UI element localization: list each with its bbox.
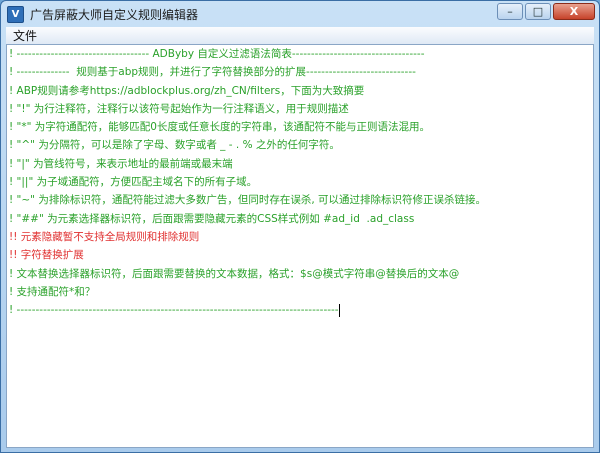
editor-line: ! -------------- 规则基于abp规则，并进行了字符替换部分的扩展… <box>9 66 416 79</box>
text-caret <box>338 303 340 317</box>
editor-line: ! "||" 为子域通配符，方便匹配主域名下的所有子域。 <box>9 176 258 189</box>
editor-line: !! 字符替换扩展 <box>9 249 84 262</box>
minimize-button[interactable]: – <box>497 3 523 20</box>
window-controls: – □ X <box>497 3 595 20</box>
app-icon: V <box>7 5 24 23</box>
menu-bar: 文件 <box>6 27 594 45</box>
close-icon: X <box>569 5 579 18</box>
close-button[interactable]: X <box>553 3 595 20</box>
maximize-button[interactable]: □ <box>525 3 551 20</box>
editor-line: ! "##" 为元素选择器标识符，后面跟需要隐藏元素的CSS样式例如 #ad_i… <box>9 212 415 225</box>
editor-line: !! 元素隐藏暂不支持全局规则和排除规则 <box>9 230 200 243</box>
editor-line: ! ABP规则请参考https://adblockplus.org/zh_CN/… <box>9 84 365 97</box>
editor-line: ! "!" 为行注释符，注释行以该符号起始作为一行注释语义，用于规则描述 <box>9 102 349 115</box>
editor-window: V 广告屏蔽大师自定义规则编辑器 – □ X 文件 ! ------------… <box>0 0 600 453</box>
editor-line: ! 支持通配符*和？ <box>9 285 96 298</box>
minimize-icon: – <box>507 5 513 18</box>
editor-line: ! ----------------------------------- AD… <box>9 48 425 60</box>
editor-line: ! 文本替换选择器标识符，后面跟需要替换的文本数据，格式：$s@模式字符串@替换… <box>9 267 460 280</box>
editor-line-with-caret: ! --------------------------------------… <box>7 301 593 319</box>
editor-line: ! "~" 为排除标识符，通配符能过滤大多数广告，但同时存在误杀, 可以通过排除… <box>9 194 487 207</box>
editor-line-text: ! --------------------------------------… <box>9 304 339 317</box>
editor-line: ! "^" 为分隔符，可以是除了字母、数字或者 _ - . % 之外的任何字符。 <box>9 139 340 152</box>
menu-file[interactable]: 文件 <box>6 27 44 44</box>
rule-text-editor[interactable]: ! ----------------------------------- AD… <box>6 44 594 448</box>
editor-line: ! "|" 为管线符号，来表示地址的最前端或最末端 <box>9 157 233 170</box>
title-bar[interactable]: V 广告屏蔽大师自定义规则编辑器 – □ X <box>1 1 599 27</box>
window-title: 广告屏蔽大师自定义规则编辑器 <box>30 7 199 22</box>
editor-line: ! "*" 为字符通配符，能够匹配0长度或任意长度的字符串，该通配符不能与正则语… <box>9 121 430 134</box>
maximize-icon: □ <box>532 5 544 18</box>
